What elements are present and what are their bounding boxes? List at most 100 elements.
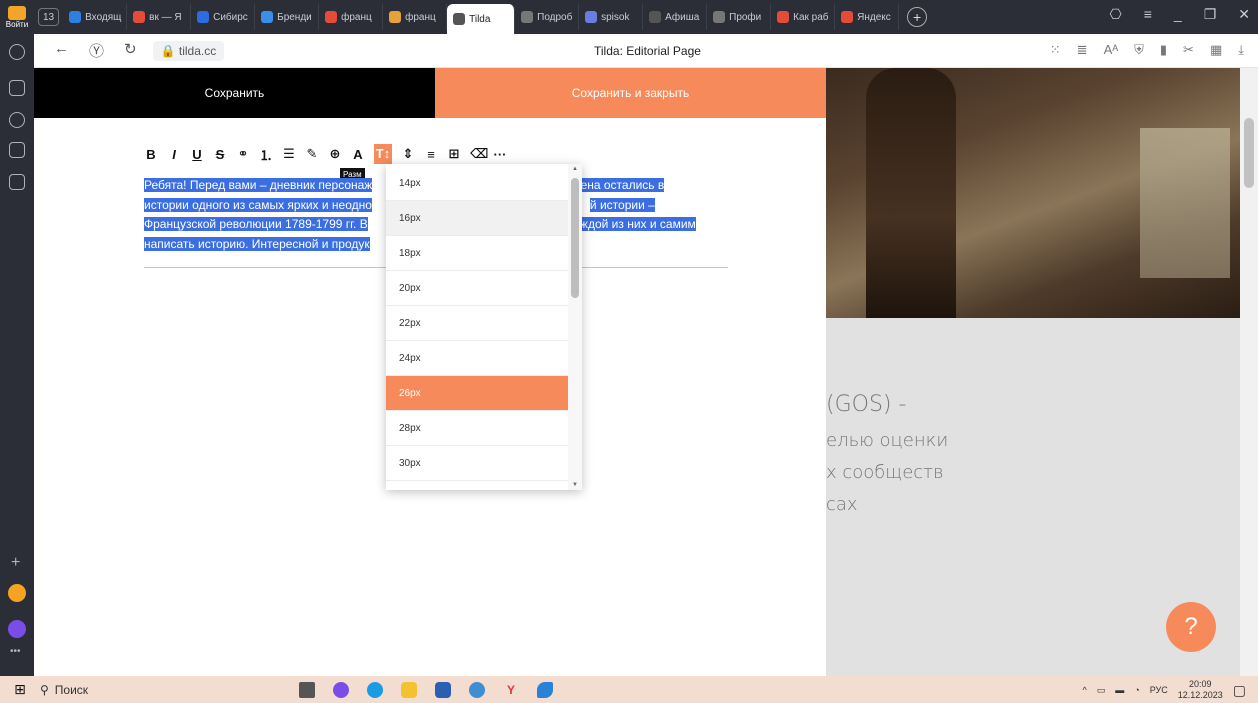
browser-tab[interactable]: Профи — [707, 4, 772, 30]
ordered-list-icon[interactable]: ⒈ — [259, 145, 273, 164]
menu-icon[interactable]: ≡ — [1144, 6, 1152, 23]
translate-icon[interactable]: Aᴬ — [1104, 42, 1119, 58]
align-icon[interactable]: ≡ — [424, 147, 438, 162]
extensions-icon[interactable]: ⁙ — [1050, 42, 1061, 58]
pen-icon[interactable]: ✎ — [305, 146, 319, 162]
new-tab-button[interactable]: + — [907, 7, 928, 27]
page-scroll-thumb[interactable] — [1244, 118, 1254, 188]
messenger-icon[interactable] — [9, 174, 25, 190]
task-view-icon[interactable] — [299, 681, 315, 698]
browser-tab[interactable]: Подроб — [515, 4, 580, 30]
language-indicator[interactable]: РУС — [1150, 685, 1168, 695]
wifi-icon[interactable]: ◔ — [1134, 685, 1139, 695]
more-options-icon[interactable]: ··· — [493, 147, 507, 162]
font-size-option[interactable]: 30px — [386, 446, 568, 481]
alice-icon[interactable] — [8, 620, 26, 638]
font-size-option[interactable]: 18px — [386, 236, 568, 271]
font-size-option[interactable]: 24px — [386, 341, 568, 376]
explorer-icon[interactable] — [401, 681, 417, 698]
browser-tab[interactable]: Входящ — [63, 4, 128, 30]
strikethrough-button[interactable]: S — [213, 147, 227, 162]
font-size-option[interactable]: 28px — [386, 411, 568, 446]
bookmark-icon[interactable]: ⎔ — [1110, 6, 1122, 23]
preview-line-4: сах — [826, 494, 858, 515]
reader-icon[interactable]: ≣ — [1077, 42, 1088, 58]
font-color-icon[interactable]: A — [351, 147, 365, 162]
tab-label: вк — Я — [149, 11, 182, 23]
edge-icon[interactable] — [367, 681, 383, 698]
add-panel-icon[interactable]: + — [11, 554, 20, 572]
more-icon[interactable]: ••• — [10, 646, 21, 657]
save-and-close-button[interactable]: Сохранить и закрыть — [435, 68, 826, 118]
browser-tab[interactable]: Tilda — [447, 4, 516, 34]
download-icon[interactable]: ⤓ — [1238, 42, 1244, 58]
font-size-icon[interactable]: T↕ — [374, 144, 392, 164]
browser-tab[interactable]: Сибирс — [191, 4, 256, 30]
globe-icon[interactable]: ⊕ — [328, 146, 342, 162]
bookmark-page-icon[interactable]: ▮ — [1160, 42, 1167, 58]
browser-sidebar: + ••• — [0, 34, 34, 676]
calendar-ext-icon[interactable]: ▦ — [1210, 42, 1222, 58]
play-icon[interactable] — [9, 112, 25, 128]
notifications-icon[interactable]: ▢ — [1233, 682, 1246, 699]
yandex-icon[interactable]: Ⓨ — [89, 40, 104, 61]
browser-tab[interactable]: франц — [319, 4, 384, 30]
underline-button[interactable]: U — [190, 147, 204, 162]
bold-button[interactable]: B — [144, 147, 158, 162]
collections-icon[interactable] — [9, 80, 25, 96]
clock[interactable]: 20:09 12.12.2023 — [1178, 679, 1223, 701]
page-scrollbar[interactable] — [1240, 68, 1258, 676]
minimize-icon[interactable]: _ — [1174, 6, 1182, 23]
battery-icon[interactable]: ▬ — [1115, 685, 1124, 695]
book-icon[interactable]: ⊞ — [447, 146, 461, 162]
tab-label: Входящ — [85, 11, 122, 23]
font-size-option[interactable]: 20px — [386, 271, 568, 306]
url-field[interactable]: 🔒 tilda.cc — [152, 40, 225, 61]
font-size-option[interactable]: 16px — [386, 201, 568, 236]
font-size-option[interactable]: 22px — [386, 306, 568, 341]
tab-label: Афиша — [665, 11, 700, 23]
font-size-option[interactable]: 26px — [386, 376, 568, 411]
browser-tab[interactable]: Бренди — [255, 4, 320, 30]
help-button[interactable]: ? — [1166, 602, 1216, 652]
browser-tab[interactable]: вк — Я — [127, 4, 192, 30]
eraser-icon[interactable]: ⌫ — [470, 146, 488, 162]
history-icon[interactable] — [9, 44, 25, 60]
browser-tab[interactable]: франц — [383, 4, 448, 30]
reload-icon[interactable]: ↻ — [124, 40, 137, 61]
scroll-down-icon[interactable]: ▼ — [572, 482, 578, 488]
browser-tab[interactable]: Яндекс — [835, 4, 900, 30]
chat-icon[interactable] — [469, 681, 485, 698]
page-title: Tilda: Editorial Page — [594, 44, 701, 58]
browser-tab[interactable]: Как раб — [771, 4, 836, 30]
protect-icon[interactable]: ⛨ — [1134, 42, 1144, 58]
alice-app-icon[interactable] — [333, 681, 349, 698]
yandex-browser-icon[interactable]: Y — [503, 682, 519, 698]
windows-start-icon[interactable]: ⊞ — [0, 681, 40, 698]
link-icon[interactable]: ⚭ — [236, 146, 250, 162]
browser-tab[interactable]: Афиша — [643, 4, 708, 30]
zen-icon[interactable] — [8, 584, 26, 602]
italic-button[interactable]: I — [167, 147, 181, 162]
network-icon[interactable]: ▭ — [1097, 685, 1106, 696]
dropdown-scrollbar[interactable]: ▲ ▼ — [568, 164, 582, 490]
scroll-up-icon[interactable]: ▲ — [572, 166, 578, 172]
tray-arrow-icon[interactable]: ^ — [1083, 685, 1087, 695]
save-button[interactable]: Сохранить — [34, 68, 435, 118]
font-size-option[interactable]: 14px — [386, 166, 568, 201]
dropdown-scroll-thumb[interactable] — [571, 178, 579, 298]
close-icon[interactable]: ✕ — [1238, 6, 1250, 23]
unordered-list-icon[interactable]: ☰ — [282, 146, 296, 162]
word-icon[interactable] — [435, 681, 451, 698]
back-icon[interactable]: ← — [54, 40, 69, 61]
brand-app-icon[interactable] — [537, 681, 553, 698]
browser-tab[interactable]: spisok — [579, 4, 644, 30]
tab-favicon-icon — [453, 13, 466, 25]
line-height-icon[interactable]: ⇕ — [401, 146, 415, 162]
screenshot-icon[interactable]: ✂ — [1183, 42, 1194, 58]
restore-icon[interactable]: ❐ — [1204, 6, 1217, 23]
tab-counter[interactable]: 13 — [38, 8, 60, 26]
calendar-icon[interactable] — [9, 142, 25, 158]
login-button[interactable]: Войти — [0, 0, 34, 34]
taskbar-search[interactable]: ⚲ Поиск — [40, 683, 270, 697]
